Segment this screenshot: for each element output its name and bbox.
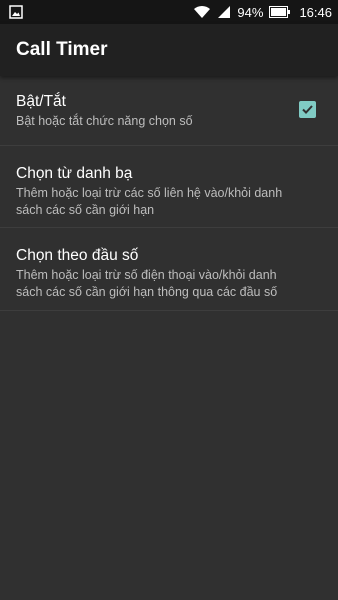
status-bar: 94% 16:46 [0,0,338,24]
wifi-icon [193,5,211,19]
enable-checkbox[interactable] [299,101,316,118]
pref-title: Chọn theo đầu số [16,247,139,264]
image-icon [9,5,23,19]
pref-choose-by-prefix[interactable]: Chọn theo đầu số Thêm hoặc loại trừ số đ… [0,228,338,311]
battery-percentage: 94% [237,4,264,20]
battery-icon [269,6,291,18]
pref-summary: Thêm hoặc loại trừ số điện thoại vào/khỏ… [16,268,278,299]
pref-summary: Bật hoặc tắt chức năng chọn số [16,114,193,128]
pref-title: Bật/Tắt [16,93,66,110]
signal-icon [217,5,231,19]
pref-enable-toggle[interactable]: Bật/Tắt Bật hoặc tắt chức năng chọn số [0,76,338,146]
clock: 16:46 [299,4,332,20]
app-toolbar: Call Timer [0,24,338,76]
checkmark-icon [302,105,313,114]
preference-list: Bật/Tắt Bật hoặc tắt chức năng chọn số C… [0,76,338,311]
app-title: Call Timer [16,39,108,60]
pref-summary: Thêm hoặc loại trừ các số liên hệ vào/kh… [16,186,283,217]
pref-choose-from-contacts[interactable]: Chọn từ danh bạ Thêm hoặc loại trừ các s… [0,146,338,228]
pref-title: Chọn từ danh bạ [16,165,133,182]
